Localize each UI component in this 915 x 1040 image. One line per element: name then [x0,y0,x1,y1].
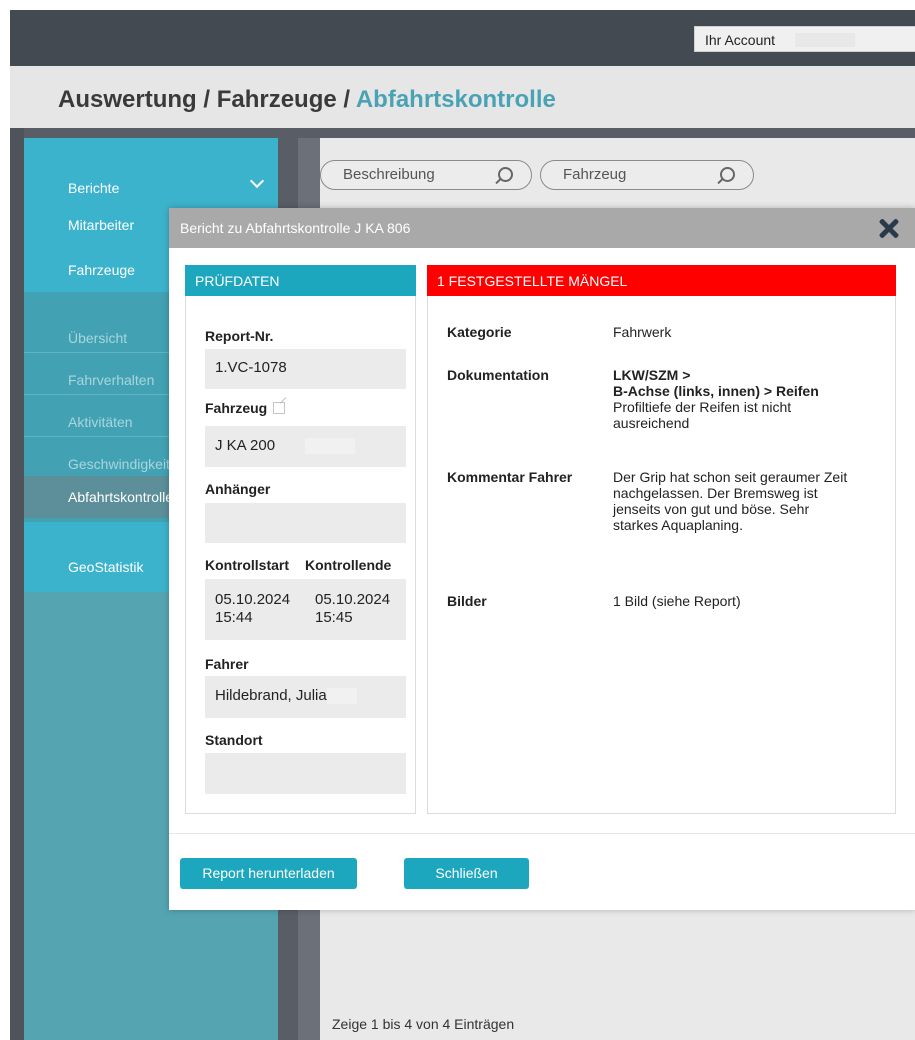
close-icon[interactable] [877,216,901,240]
anhaenger-label: Anhänger [205,481,271,497]
kontrollstart-label: Kontrollstart [205,557,289,573]
kontrollende-label: Kontrollende [305,557,392,573]
dokumentation-value: LKW/SZM > B-Achse (links, innen) > Reife… [613,367,853,431]
kategorie-value: Fahrwerk [613,324,672,340]
search-fahrzeug-placeholder: Fahrzeug [563,166,627,183]
maengel-panel: 1 FESTGESTELLTE MÄNGEL Kategorie Fahrwer… [427,265,896,814]
report-nr-value-box: 1.VC-1078 [205,349,406,389]
fahrzeug-label-text: Fahrzeug [205,400,268,416]
breadcrumb-separator: / [196,86,217,113]
breadcrumb-auswertung[interactable]: Auswertung [58,86,197,113]
kommentar-value: Der Grip hat schon seit geraumer Zeit na… [613,469,848,533]
breadcrumb-fahrzeuge[interactable]: Fahrzeuge [217,86,337,113]
anhaenger-value-box [205,503,406,543]
maengel-heading: 1 FESTGESTELLTE MÄNGEL [427,265,896,296]
sidebar-item-aktivitaeten[interactable]: Aktivitäten [68,414,133,430]
dokumentation-path-1: LKW/SZM > [613,367,691,383]
redacted-area [305,438,355,454]
sidebar-item-abfahrtskontrolle[interactable]: Abfahrtskontrolle [68,489,173,505]
download-report-button[interactable]: Report herunterladen [180,858,357,889]
pruefdaten-panel: PRÜFDATEN Report-Nr. 1.VC-1078 Fahrzeug … [185,265,416,814]
left-edge [10,128,24,1040]
screen-edge [0,0,10,1040]
start-date: 05.10.2024 [215,591,291,608]
fahrer-value: Hildebrand, Julia [215,687,327,704]
breadcrumb-separator: / [336,86,356,113]
bilder-value: 1 Bild (siehe Report) [613,593,741,609]
redacted-area [327,688,357,704]
search-beschreibung-input[interactable]: Beschreibung [320,160,532,190]
sidebar-item-fahrzeuge[interactable]: Fahrzeuge [68,262,135,278]
fahrer-label: Fahrer [205,656,249,672]
dokumentation-path-2: B-Achse (links, innen) > Reifen [613,383,819,399]
standort-value-box [205,753,406,794]
modal-title: Bericht zu Abfahrtskontrolle J KA 806 [180,220,411,236]
report-modal: Bericht zu Abfahrtskontrolle J KA 806 PR… [169,208,915,910]
account-label: Ihr Account [705,32,776,48]
report-nr-value: 1.VC-1078 [215,359,287,376]
dokumentation-text: Profiltiefe der Reifen ist nicht ausreic… [613,399,792,431]
bilder-label: Bilder [447,593,487,609]
sidebar-item-geschwindigkeit[interactable]: Geschwindigkeit [68,456,170,472]
pruefdaten-heading: PRÜFDATEN [185,265,416,296]
search-icon[interactable] [498,167,513,182]
start-time: 15:44 [215,609,253,626]
kommentar-label: Kommentar Fahrer [447,469,573,485]
search-icon[interactable] [720,167,735,182]
sidebar-item-geostatistik[interactable]: GeoStatistik [68,559,143,575]
fahrer-value-box: Hildebrand, Julia [205,676,406,718]
sidebar-item-berichte[interactable]: Berichte [68,180,119,196]
end-time: 15:45 [315,609,353,626]
kategorie-label: Kategorie [447,324,512,340]
search-fahrzeug-input[interactable]: Fahrzeug [540,160,754,190]
fahrzeug-value: J KA 200 [215,437,276,454]
table-info: Zeige 1 bis 4 von 4 Einträgen [332,1016,515,1032]
account-name-redacted [795,33,855,47]
standort-label: Standort [205,732,263,748]
fahrzeug-value-box: J KA 200 [205,426,406,467]
sidebar-item-uebersicht[interactable]: Übersicht [68,330,127,346]
account-menu[interactable]: Ihr Account [694,26,915,52]
close-button[interactable]: Schließen [404,858,529,889]
top-bar: Ihr Account [10,10,915,66]
sidebar-item-mitarbeiter[interactable]: Mitarbeiter [68,217,134,233]
search-beschreibung-placeholder: Beschreibung [343,166,435,183]
sidebar-item-fahrverhalten[interactable]: Fahrverhalten [68,372,154,388]
breadcrumb-current: Abfahrtskontrolle [355,86,556,113]
title-bar: Auswertung / Fahrzeuge / Abfahrtskontrol… [10,66,915,128]
modal-header: Bericht zu Abfahrtskontrolle J KA 806 [169,208,915,248]
breadcrumb: Auswertung / Fahrzeuge / Abfahrtskontrol… [58,86,556,114]
report-nr-label: Report-Nr. [205,328,274,344]
dokumentation-label: Dokumentation [447,367,549,383]
kontrollzeit-value-box: 05.10.2024 15:44 05.10.2024 15:45 [205,579,406,640]
start-datetime: 05.10.2024 15:44 [215,591,290,627]
external-link-icon[interactable] [273,402,286,414]
fahrzeug-label: Fahrzeug [205,400,286,416]
end-date: 05.10.2024 [315,591,391,608]
end-datetime: 05.10.2024 15:45 [315,591,390,627]
divider [169,833,915,834]
